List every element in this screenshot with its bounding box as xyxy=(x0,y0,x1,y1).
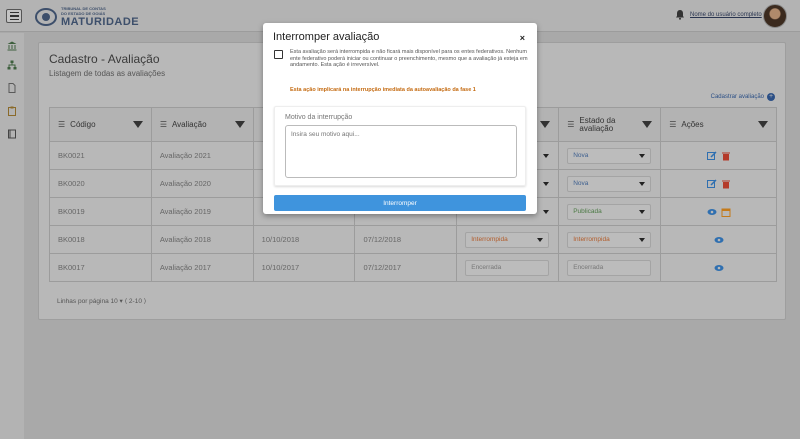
avatar[interactable] xyxy=(763,4,787,28)
chevron-down-icon xyxy=(639,181,646,186)
chevron-down-icon[interactable] xyxy=(543,153,550,158)
cell-avaliacao: Avaliação 2019 xyxy=(150,197,254,226)
trash-icon[interactable] xyxy=(721,151,731,161)
cell-date-start: 10/10/2017 xyxy=(252,253,356,282)
interrupt-modal: Interromper avaliação × Esta avaliação s… xyxy=(263,23,537,214)
cell-codigo: BK0017 xyxy=(49,253,152,282)
interrupt-button[interactable]: Interromper xyxy=(274,195,526,211)
add-evaluation-link[interactable]: Cadastrar avaliação + xyxy=(711,93,775,101)
sort-arrow-icon[interactable] xyxy=(540,121,551,128)
left-nav xyxy=(0,33,24,439)
column-header-codigo[interactable]: ☰ Código xyxy=(49,107,152,142)
trash-icon[interactable] xyxy=(721,179,731,189)
close-icon[interactable]: × xyxy=(520,33,525,43)
cell-estado: Publicada xyxy=(558,197,662,226)
eye-icon[interactable] xyxy=(714,263,724,273)
logo-main-text: MATURIDADE xyxy=(61,16,140,28)
clipboard-icon[interactable] xyxy=(7,106,17,116)
cell-acoes xyxy=(660,197,777,226)
edit-icon[interactable] xyxy=(706,178,717,189)
cell-date-end: 07/12/2017 xyxy=(354,253,458,282)
chevron-down-icon xyxy=(639,209,646,214)
edit-icon[interactable] xyxy=(706,150,717,161)
sort-arrow-icon[interactable] xyxy=(132,121,143,128)
page-subtitle: Listagem de todas as avaliações xyxy=(49,69,166,78)
fase-readonly: Encerrada xyxy=(465,259,550,276)
estado-select[interactable]: Publicada xyxy=(567,203,652,220)
cell-acoes xyxy=(660,169,777,198)
cell-date-start: 10/10/2018 xyxy=(252,225,356,254)
cell-estado: Nova xyxy=(558,169,662,198)
cell-acoes xyxy=(660,141,777,170)
sort-arrow-icon[interactable] xyxy=(642,121,653,128)
column-header-avaliacao[interactable]: ☰ Avaliação xyxy=(150,107,254,142)
page-title: Cadastro - Avaliação xyxy=(49,52,160,66)
confirm-checkbox[interactable] xyxy=(274,50,283,59)
user-name-link[interactable]: Nome do usuário completo xyxy=(690,12,762,18)
cell-acoes xyxy=(660,253,777,282)
logo: TRIBUNAL DE CONTAS DO ESTADO DE GOIÁS MA… xyxy=(35,6,139,28)
cell-codigo: BK0019 xyxy=(49,197,152,226)
cell-codigo: BK0020 xyxy=(49,169,152,198)
confirm-text: Esta avaliação será interrompida e não f… xyxy=(290,49,528,68)
cell-estado: Interrompida xyxy=(558,225,662,254)
cell-fase: Encerrada xyxy=(456,253,560,282)
cell-date-end: 07/12/2018 xyxy=(354,225,458,254)
chevron-down-icon xyxy=(639,153,646,158)
logo-mark-icon xyxy=(35,8,57,26)
cell-acoes xyxy=(660,225,777,254)
filter-icon: ☰ xyxy=(58,120,66,129)
cell-estado: Encerrada xyxy=(558,253,662,282)
chevron-down-icon xyxy=(639,237,646,242)
table-row: BK0017 Avaliação 2017 10/10/2017 07/12/2… xyxy=(49,253,777,282)
pagination[interactable]: Linhas por página 10 ▾ ⟨ 2-10 ⟩ xyxy=(57,297,146,305)
table-row: BK0018 Avaliação 2018 10/10/2018 07/12/2… xyxy=(49,225,777,254)
plus-icon: + xyxy=(767,93,775,101)
calendar-icon[interactable] xyxy=(721,207,731,217)
institution-icon[interactable] xyxy=(7,41,17,51)
cell-codigo: BK0021 xyxy=(49,141,152,170)
estado-select[interactable]: Nova xyxy=(567,175,652,192)
eye-icon[interactable] xyxy=(714,235,724,245)
chevron-down-icon xyxy=(537,237,544,242)
fase-select[interactable]: Interrompida xyxy=(465,231,550,248)
cell-estado: Nova xyxy=(558,141,662,170)
sort-arrow-icon[interactable] xyxy=(758,121,768,128)
bell-icon[interactable] xyxy=(675,9,685,20)
hierarchy-icon[interactable] xyxy=(7,60,17,70)
sort-arrow-icon[interactable] xyxy=(234,121,245,128)
reason-label: Motivo da interrupção xyxy=(285,114,353,121)
hamburger-menu-icon[interactable] xyxy=(6,9,22,23)
cell-codigo: BK0018 xyxy=(49,225,152,254)
cell-avaliacao: Avaliação 2017 xyxy=(150,253,254,282)
add-evaluation-label: Cadastrar avaliação xyxy=(710,94,764,100)
cell-avaliacao: Avaliação 2021 xyxy=(150,141,254,170)
reason-card: Motivo da interrupção xyxy=(274,106,526,186)
filter-icon: ☰ xyxy=(567,120,575,129)
cell-avaliacao: Avaliação 2018 xyxy=(150,225,254,254)
reason-textarea[interactable] xyxy=(285,125,517,178)
estado-select[interactable]: Nova xyxy=(567,147,652,164)
chevron-down-icon[interactable] xyxy=(543,181,550,186)
estado-readonly: Encerrada xyxy=(567,259,652,276)
eye-icon[interactable] xyxy=(707,207,717,217)
chevron-down-icon[interactable] xyxy=(543,209,550,214)
modal-title: Interromper avaliação xyxy=(273,31,380,43)
column-header-acoes[interactable]: ☰ Ações xyxy=(660,107,777,142)
filter-icon: ☰ xyxy=(669,120,677,129)
column-header-estado[interactable]: ☰ Estado da avaliação xyxy=(558,107,662,142)
cell-fase: Interrompida xyxy=(456,225,560,254)
document-icon[interactable] xyxy=(7,83,17,93)
cell-avaliacao: Avaliação 2020 xyxy=(150,169,254,198)
filter-icon: ☰ xyxy=(159,120,167,129)
warning-text: Esta ação implicará na interrupção imedi… xyxy=(290,87,476,93)
estado-select[interactable]: Interrompida xyxy=(567,231,652,248)
book-icon[interactable] xyxy=(7,129,17,139)
